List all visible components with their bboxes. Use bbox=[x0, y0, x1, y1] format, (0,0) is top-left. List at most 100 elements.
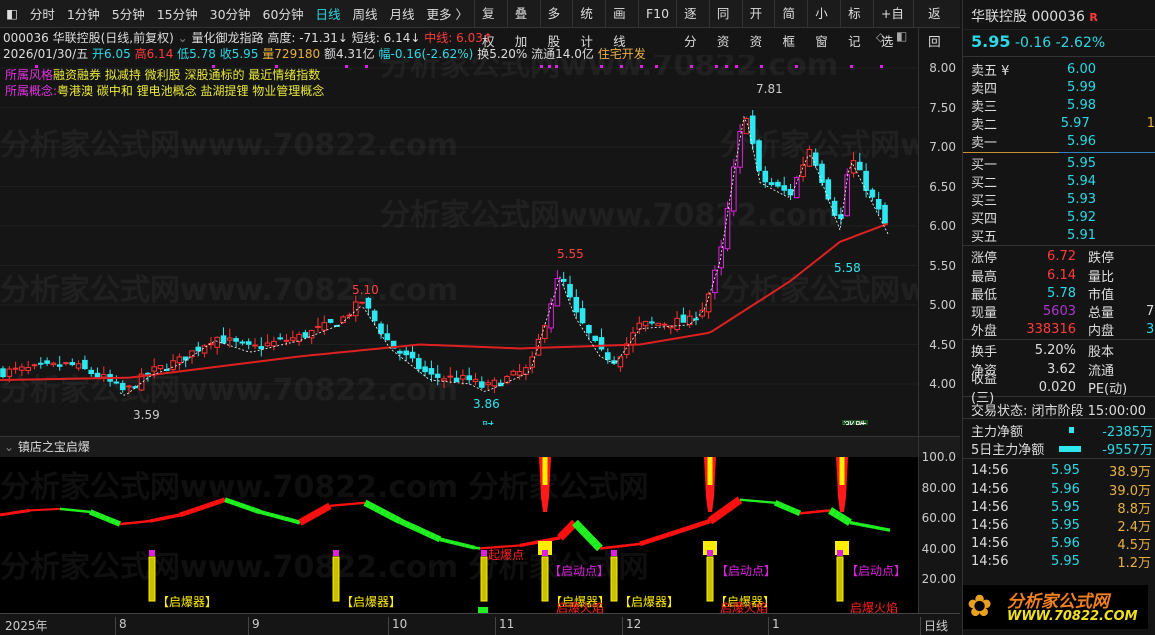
indicator-segment bbox=[269, 512, 276, 518]
toolbar-button-7[interactable]: 同资 bbox=[708, 0, 742, 49]
indicator-segment bbox=[454, 541, 461, 547]
candle bbox=[119, 382, 126, 391]
candle bbox=[353, 301, 359, 317]
tab-period-4[interactable]: 30分钟 bbox=[204, 4, 257, 23]
indicator-segment bbox=[164, 515, 171, 520]
order-book-row[interactable]: 卖四 5.99 bbox=[963, 78, 1155, 97]
bomber-top bbox=[611, 550, 617, 556]
tab-period-2[interactable]: 5分钟 bbox=[106, 4, 151, 23]
price-change-pct: -2.62% bbox=[1055, 35, 1106, 51]
tab-period-8[interactable]: 月线 bbox=[383, 4, 420, 23]
candle bbox=[409, 351, 416, 359]
concept-items[interactable]: 粤港澳 碳中和 锂电池概念 盐湖提锂 物业管理概念 bbox=[57, 84, 324, 98]
order-price: 5.99 bbox=[1067, 79, 1096, 95]
tab-period-5[interactable]: 60分钟 bbox=[257, 4, 310, 23]
order-book-row[interactable]: 卖二 5.97 1 bbox=[963, 115, 1155, 133]
toolbar-button-5[interactable]: F10 bbox=[637, 0, 676, 28]
indicator-segment bbox=[664, 531, 671, 538]
candle bbox=[340, 316, 346, 323]
indicator-segment bbox=[459, 542, 466, 548]
indicator-segment bbox=[4, 511, 11, 516]
watermark: 分析家公式网www.70822.com bbox=[720, 128, 918, 163]
candle bbox=[510, 370, 517, 376]
indicator-chart[interactable]: 分析家公式网www.70822.com 分析家公式网分析家公式网www.7082… bbox=[0, 457, 918, 613]
capital-flow: 主力净额 -2385万 5日主力净额 -9557万 bbox=[963, 418, 1155, 459]
indicator-segment bbox=[318, 505, 327, 515]
tab-period-1[interactable]: 1分钟 bbox=[61, 4, 106, 23]
order-book-row[interactable]: 卖一 5.96 bbox=[963, 133, 1155, 151]
indicator-segment bbox=[408, 522, 417, 531]
order-book-row[interactable]: 买四 5.92 bbox=[963, 209, 1155, 227]
candle bbox=[806, 148, 813, 167]
indicator-segment bbox=[629, 543, 636, 547]
indicator-segment bbox=[418, 527, 427, 536]
period-mode[interactable]: 日线 bbox=[920, 617, 948, 635]
toolbar-button-11[interactable]: 标记 bbox=[840, 0, 873, 49]
toolbar-button-2[interactable]: 多股 bbox=[539, 0, 573, 49]
tab-period-3[interactable]: 15分钟 bbox=[151, 4, 204, 23]
indicator-segment bbox=[194, 505, 201, 513]
indicator-segment bbox=[849, 520, 856, 526]
panel-toggle-icon[interactable]: ◧ bbox=[896, 29, 907, 43]
signal-dot bbox=[880, 65, 883, 68]
trade-row: 14:56 5.96 39.0万 bbox=[963, 480, 1155, 499]
indicator-segment bbox=[699, 520, 706, 527]
toolbar-button-4[interactable]: 画线 bbox=[605, 0, 638, 49]
indicator-segment bbox=[828, 507, 837, 517]
toolbar-button-12[interactable]: +自选 bbox=[872, 0, 913, 49]
flow-value: -2385万 bbox=[1102, 424, 1153, 440]
signal-dot bbox=[690, 65, 693, 68]
candle bbox=[812, 152, 819, 166]
indicator-segment bbox=[444, 538, 451, 544]
indicator-segment bbox=[884, 527, 891, 532]
candle bbox=[422, 366, 428, 373]
indicator-segment bbox=[209, 500, 216, 508]
tab-period-0[interactable]: 分时 bbox=[24, 4, 61, 23]
price-chart[interactable]: 分析家公式网www.70822.com 分析家公式网www.70822.com 分析… bbox=[0, 55, 918, 425]
stat-label: 市值 bbox=[1088, 287, 1115, 303]
indicator-segment bbox=[449, 539, 456, 545]
toolbar-button-1[interactable]: 叠加 bbox=[506, 0, 540, 49]
order-book-row[interactable]: 卖三 5.98 bbox=[963, 96, 1155, 115]
diamond-icon[interactable]: ◇ bbox=[876, 30, 885, 44]
toolbar-button-3[interactable]: 统计 bbox=[572, 0, 605, 49]
toolbar-button-0[interactable]: 复权 bbox=[473, 0, 507, 49]
candle bbox=[31, 364, 38, 367]
toolbar-button-9[interactable]: 简框 bbox=[774, 0, 807, 49]
order-book-row[interactable]: 卖五 ¥ 6.00 bbox=[963, 60, 1155, 79]
stat-label: PE(动) bbox=[1088, 381, 1128, 397]
toolbar-button-13[interactable]: 返回 bbox=[913, 0, 960, 49]
stat-value: 5.20% bbox=[1034, 343, 1076, 359]
indicator-segment bbox=[74, 509, 81, 513]
candle bbox=[775, 181, 781, 187]
indicator-menu-icon[interactable]: ⌄ bbox=[4, 440, 14, 454]
indicator-title[interactable]: 镇店之宝启爆 bbox=[18, 440, 90, 454]
indicator-segment bbox=[19, 509, 26, 514]
toolbar-button-6[interactable]: 逐分 bbox=[676, 0, 709, 49]
candle bbox=[472, 378, 479, 382]
indicator-segment bbox=[368, 502, 377, 511]
candle bbox=[453, 377, 460, 383]
tab-period-6[interactable]: 日线 bbox=[309, 4, 346, 23]
candle bbox=[359, 301, 365, 304]
order-book-row[interactable]: 买五 5.91 bbox=[963, 227, 1155, 245]
indicator-name[interactable]: 量化御龙指路 bbox=[192, 31, 264, 45]
stat-row: 涨停 6.72 跌停 bbox=[963, 248, 1155, 266]
order-book-row[interactable]: 买二 5.94 bbox=[963, 172, 1155, 191]
sidebar-toggle-icon[interactable]: ◧ bbox=[0, 6, 24, 21]
indicator-segment bbox=[79, 509, 86, 513]
indicator-segment bbox=[582, 530, 593, 541]
indicator-menu-icon[interactable]: ⌄ bbox=[178, 31, 192, 45]
signal-dot bbox=[540, 65, 543, 68]
flow-value: -9557万 bbox=[1102, 443, 1153, 459]
tab-period-7[interactable]: 周线 bbox=[346, 4, 383, 23]
style-items[interactable]: 融资融券 拟减持 微利股 深股通标的 最近情绪指数 bbox=[53, 68, 320, 82]
toolbar-button-8[interactable]: 开资 bbox=[741, 0, 775, 49]
indicator-segment bbox=[9, 511, 16, 515]
date-tick: 10 bbox=[388, 617, 407, 635]
order-book-row[interactable]: 买三 5.93 bbox=[963, 190, 1155, 209]
toolbar-button-10[interactable]: 小窗 bbox=[807, 0, 840, 49]
stat-label: 外盘 bbox=[971, 324, 998, 340]
order-book-row[interactable]: 买一 5.95 bbox=[963, 154, 1155, 173]
tab-period-9[interactable]: 更多 〉 bbox=[421, 4, 474, 23]
